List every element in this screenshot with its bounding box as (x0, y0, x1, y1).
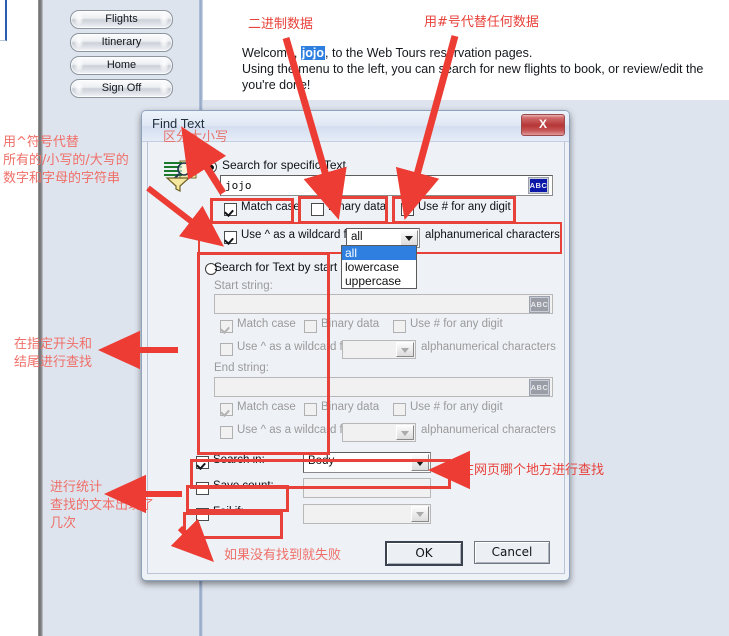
annotation-start-end: 在指定开头和 结尾进行查找 (14, 337, 93, 370)
welcome-line-2: Using the menu to the left, you can sear… (242, 62, 704, 76)
dropdown-option-uppercase[interactable]: uppercase (342, 274, 416, 288)
annotation-case-sensitive: 区分大小写 (163, 130, 229, 145)
nav-button-flights[interactable]: Flights (70, 10, 173, 29)
dropdown-option-lowercase[interactable]: lowercase (342, 260, 416, 274)
annotation-where-in-page: 在网页哪个地方进行查找 (461, 463, 605, 478)
abc-icon-end[interactable]: ABC (529, 379, 550, 396)
label-use-hash-end: Use # for any digit (410, 401, 503, 413)
radio-search-specific-text[interactable] (205, 161, 217, 173)
welcome-greeting: Welcome, (242, 46, 301, 60)
chevron-down-icon-start[interactable] (396, 342, 414, 357)
nav-button-label: Itinerary (101, 36, 142, 48)
nav-button-label: Flights (105, 13, 138, 25)
annotation-binary-data: 二进制数据 (248, 17, 314, 32)
nav-button-label: Home (106, 59, 137, 71)
fail-if-select[interactable] (303, 504, 431, 524)
welcome-line-1: Welcome, jojo, to the Web Tours reservat… (242, 45, 728, 61)
nav-button-sign-off[interactable]: Sign Off (70, 79, 173, 98)
nav-button-itinerary[interactable]: Itinerary (70, 33, 173, 52)
nav-button-label: Sign Off (101, 82, 142, 94)
annotation-box-match-case (210, 198, 294, 224)
search-text-value: jojo (225, 179, 252, 192)
welcome-username: jojo (300, 46, 326, 60)
abc-icon[interactable]: ABC (528, 177, 549, 194)
label-alphanumeric-start: alphanumerical characters (421, 341, 556, 353)
annotation-wildcard: 用^符号代替 所有的/小写的/大写的 数字和字母的字符串 (3, 135, 129, 186)
annotation-hash-any-data: 用#号代替任何数据 (424, 15, 539, 30)
ok-button[interactable]: OK (385, 541, 463, 566)
nav-button-home[interactable]: Home (70, 56, 173, 75)
browser-edge-marker (0, 0, 7, 41)
annotation-box-start-end (197, 252, 330, 455)
label-alphanumeric-end: alphanumerical characters (421, 424, 556, 436)
annotation-box-fail-if (183, 512, 283, 539)
welcome-line1-rest: , to the Web Tours reservation pages. (325, 46, 533, 60)
abc-icon-start[interactable]: ABC (529, 296, 550, 313)
annotation-box-save-count (186, 485, 289, 512)
welcome-line-3: you're done! (242, 78, 311, 92)
dropdown-option-all[interactable]: all (342, 246, 416, 260)
wildcard-scope-select-end[interactable] (342, 423, 416, 442)
label-use-hash-start: Use # for any digit (410, 318, 503, 330)
annotation-count: 进行统计 查找的文本出现了 几次 (50, 480, 155, 531)
radio-specific-text-label: Search for specific Text (222, 158, 346, 172)
annotation-fail-if-not-found: 如果没有找到就失败 (224, 548, 342, 563)
chevron-down-icon-fail-if[interactable] (411, 506, 429, 522)
cancel-button[interactable]: Cancel (474, 541, 550, 564)
wildcard-scope-dropdown-list[interactable]: all lowercase uppercase (341, 245, 417, 289)
annotation-box-use-hash (392, 196, 516, 224)
close-icon[interactable]: X (521, 114, 565, 136)
search-text-input[interactable]: jojo (220, 175, 553, 196)
welcome-text: Welcome, jojo, to the Web Tours reservat… (242, 45, 728, 93)
checkbox-use-hash-end[interactable] (393, 403, 406, 416)
checkbox-use-hash-start[interactable] (393, 320, 406, 333)
vertical-divider-left (38, 0, 43, 636)
annotation-box-binary-data (298, 196, 388, 224)
left-margin (0, 0, 38, 636)
wildcard-scope-select-start[interactable] (342, 340, 416, 359)
chevron-down-icon-end[interactable] (396, 425, 414, 440)
find-text-icon (164, 160, 197, 192)
